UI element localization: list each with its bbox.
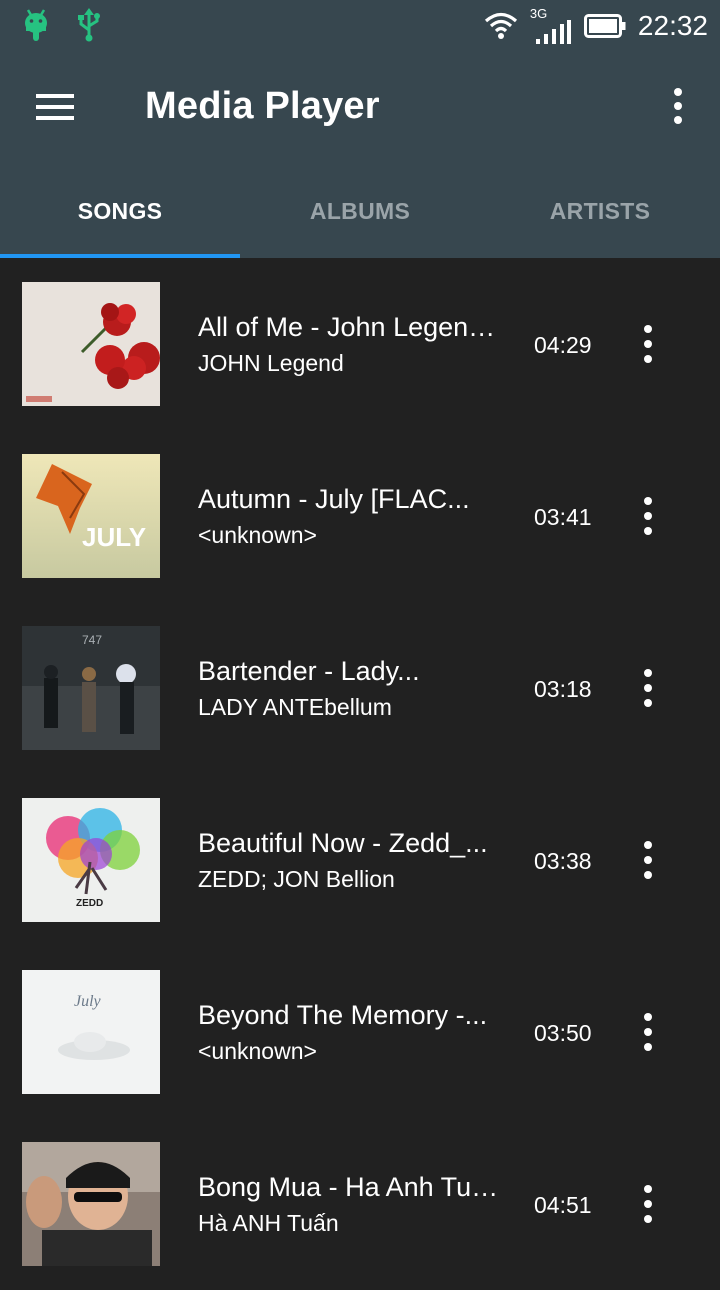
song-row[interactable]: July Beyond The Memory -... <unknown> 03… (0, 946, 720, 1118)
album-art-portrait (22, 1142, 160, 1266)
signal-indicator: 3G (529, 6, 572, 44)
song-options-button[interactable] (636, 1182, 660, 1226)
song-title: All of Me - John Legend... (198, 312, 503, 342)
app-title: Media Player (145, 85, 380, 127)
song-title: Beautiful Now - Zedd_... (198, 828, 488, 858)
song-artist: <unknown> (198, 522, 317, 548)
album-art-roses (22, 282, 160, 406)
song-artist: LADY ANTEbellum (198, 694, 392, 720)
song-options-button[interactable] (636, 322, 660, 366)
song-artist: JOHN Legend (198, 350, 344, 376)
album-art-text: July (74, 993, 102, 1010)
song-title: Autumn - July [FLAC... (198, 484, 470, 514)
app-bar: Media Player (0, 52, 720, 164)
overflow-menu-button[interactable] (666, 82, 690, 134)
song-title: Bartender - Lady... (198, 656, 420, 686)
status-time: 22:32 (637, 10, 708, 41)
album-art: ZEDD (22, 798, 160, 922)
more-vert-icon (644, 497, 652, 535)
song-title: Beyond The Memory -... (198, 1000, 488, 1030)
song-row[interactable]: ZEDD Beautiful Now - Zedd_... ZEDD; JON … (0, 774, 720, 946)
tab-songs[interactable]: SONGS (0, 164, 240, 258)
menu-button[interactable] (26, 82, 78, 134)
album-art (22, 1142, 160, 1266)
album-art-autumn: JULY (22, 454, 160, 578)
album-art (22, 282, 160, 406)
song-duration: 03:50 (534, 1020, 592, 1046)
more-vert-icon (644, 1013, 652, 1051)
wifi-icon (484, 12, 517, 39)
song-row[interactable]: JULY Autumn - July [FLAC... <unknown> 03… (0, 430, 720, 602)
album-art-tree: ZEDD (22, 798, 160, 922)
song-options-button[interactable] (636, 666, 660, 710)
song-duration: 04:29 (534, 332, 592, 358)
menu-icon (36, 94, 74, 120)
album-art-text: 747 (82, 633, 102, 647)
song-duration: 03:38 (534, 848, 592, 874)
tab-bar: SONGS ALBUMS ARTISTS (0, 164, 720, 258)
tab-albums[interactable]: ALBUMS (240, 164, 480, 258)
tab-artists[interactable]: ARTISTS (480, 164, 720, 258)
song-row[interactable]: Bong Mua - Ha Anh Tua... Hà ANH Tuấn 04:… (0, 1118, 720, 1290)
song-options-button[interactable] (636, 1010, 660, 1054)
song-artist: <unknown> (198, 1038, 317, 1064)
more-vert-icon (644, 841, 652, 879)
signal-icon (535, 20, 571, 44)
album-art-minimal: July (22, 970, 160, 1094)
more-vert-icon (674, 88, 682, 124)
android-icon (25, 9, 47, 41)
usb-icon (78, 8, 100, 42)
status-bar: 3G 22:32 (0, 0, 720, 52)
album-art: July (22, 970, 160, 1094)
more-vert-icon (644, 669, 652, 707)
more-vert-icon (644, 325, 652, 363)
more-vert-icon (644, 1185, 652, 1223)
network-type-label: 3G (529, 6, 548, 21)
album-art-road: 747 (22, 626, 160, 750)
song-row[interactable]: All of Me - John Legend... JOHN Legend 0… (0, 258, 720, 430)
album-art: JULY (22, 454, 160, 578)
battery-icon (583, 14, 626, 38)
album-art: 747 (22, 626, 160, 750)
song-options-button[interactable] (636, 494, 660, 538)
song-artist: ZEDD; JON Bellion (198, 866, 395, 892)
song-duration: 03:18 (534, 676, 592, 702)
song-duration: 04:51 (534, 1192, 592, 1218)
album-art-text: ZEDD (76, 898, 103, 909)
song-title: Bong Mua - Ha Anh Tua... (198, 1172, 503, 1202)
song-artist: Hà ANH Tuấn (198, 1210, 339, 1236)
song-list: All of Me - John Legend... JOHN Legend 0… (0, 258, 720, 1290)
album-art-text: JULY (82, 522, 146, 552)
song-options-button[interactable] (636, 838, 660, 882)
song-row[interactable]: 747 Bartender - Lady... LADY ANTEbellum … (0, 602, 720, 774)
song-duration: 03:41 (534, 504, 592, 530)
